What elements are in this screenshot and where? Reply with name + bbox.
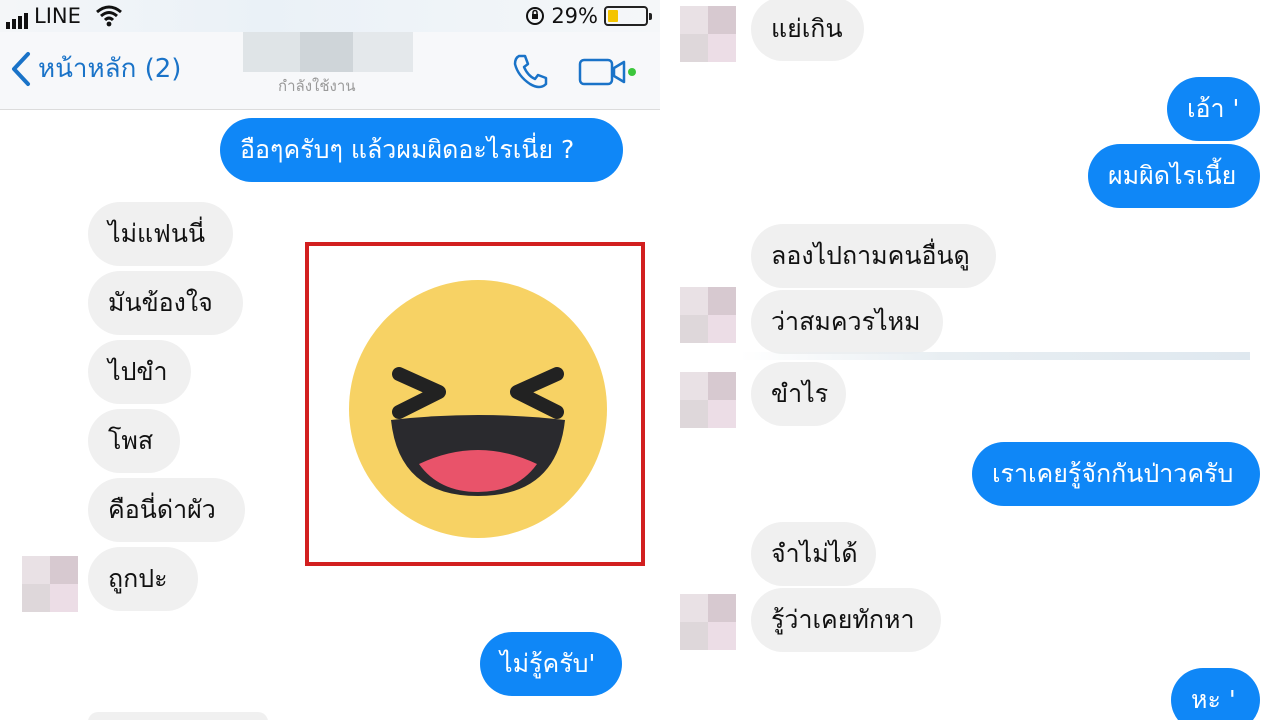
- avatar[interactable]: [22, 556, 78, 612]
- phone-call-icon[interactable]: [510, 52, 550, 92]
- message-bubble-received: แย่เกิน: [751, 0, 864, 61]
- back-label: หน้าหลัก (2): [38, 54, 182, 84]
- message-bubble-received: รู้ว่าเคยทักหา: [751, 588, 941, 652]
- message-bubble-received: ไปขำ: [88, 340, 191, 404]
- right-chat-screenshot: แย่เกิน เอ้า ' ผมผิดไรเนี้ย ลองไปถามคนอื…: [675, 0, 1280, 720]
- avatar[interactable]: [680, 372, 736, 428]
- message-bubble-sent: เอ้า ': [1167, 77, 1260, 141]
- active-status: กำลังใช้งาน: [278, 77, 356, 95]
- battery-percent: 29%: [551, 4, 598, 28]
- message-bubble-sent: เราเคยรู้จักกันป่าวครับ: [972, 442, 1260, 506]
- chevron-left-icon: [12, 51, 30, 86]
- contact-name-blurred: [243, 32, 413, 72]
- message-bubble-sent: ผมผิดไรเนี้ย: [1088, 144, 1260, 208]
- message-bubble-sent: ไม่รู้ครับ': [480, 632, 622, 696]
- avatar[interactable]: [680, 287, 736, 343]
- reaction-highlight-box: [305, 242, 645, 566]
- message-bubble-sent: อือๆครับๆ แล้วผมผิดอะไรเนี่ย ?: [220, 118, 623, 182]
- message-bubble-sent: หะ ': [1171, 668, 1260, 720]
- message-bubble-received: จำไม่ได้: [751, 522, 876, 586]
- message-bubble-received: ลองไปถามคนอื่นดู: [751, 224, 996, 288]
- battery-icon: [604, 6, 652, 26]
- back-button[interactable]: หน้าหลัก (2): [8, 48, 181, 89]
- status-bar: LINE 29%: [0, 0, 660, 32]
- left-chat-screenshot: LINE 29% หน้าหลัก (2) กำลังใช้งาน อือๆคร…: [0, 0, 660, 720]
- wifi-icon: [96, 5, 122, 27]
- laughing-emoji-icon: [349, 280, 607, 538]
- video-call-icon[interactable]: [578, 56, 638, 88]
- message-bubble-received: ว่าสมควรไหม: [751, 290, 943, 354]
- avatar[interactable]: [680, 6, 736, 62]
- panel-divider: [660, 0, 675, 720]
- message-bubble-received: ไม่แฟนนี่: [88, 202, 233, 266]
- conversation-header: หน้าหลัก (2) กำลังใช้งาน: [0, 32, 660, 110]
- carrier-name: LINE: [34, 4, 81, 28]
- signal-strength-icon: [6, 5, 30, 29]
- faint-divider: [740, 352, 1250, 360]
- message-bubble-received: คือนี่ด่าผัว: [88, 478, 245, 542]
- avatar[interactable]: [680, 594, 736, 650]
- message-bubble-received: ถูกปะ: [88, 547, 198, 611]
- message-bubble-partial: [88, 712, 268, 720]
- message-bubble-received: ขำไร: [751, 362, 846, 426]
- battery-level: [608, 10, 619, 22]
- message-bubble-received: มันข้องใจ: [88, 271, 243, 335]
- carrier-info: LINE: [6, 4, 81, 29]
- orientation-lock-icon: [526, 7, 545, 25]
- message-bubble-received: โพส: [88, 409, 180, 473]
